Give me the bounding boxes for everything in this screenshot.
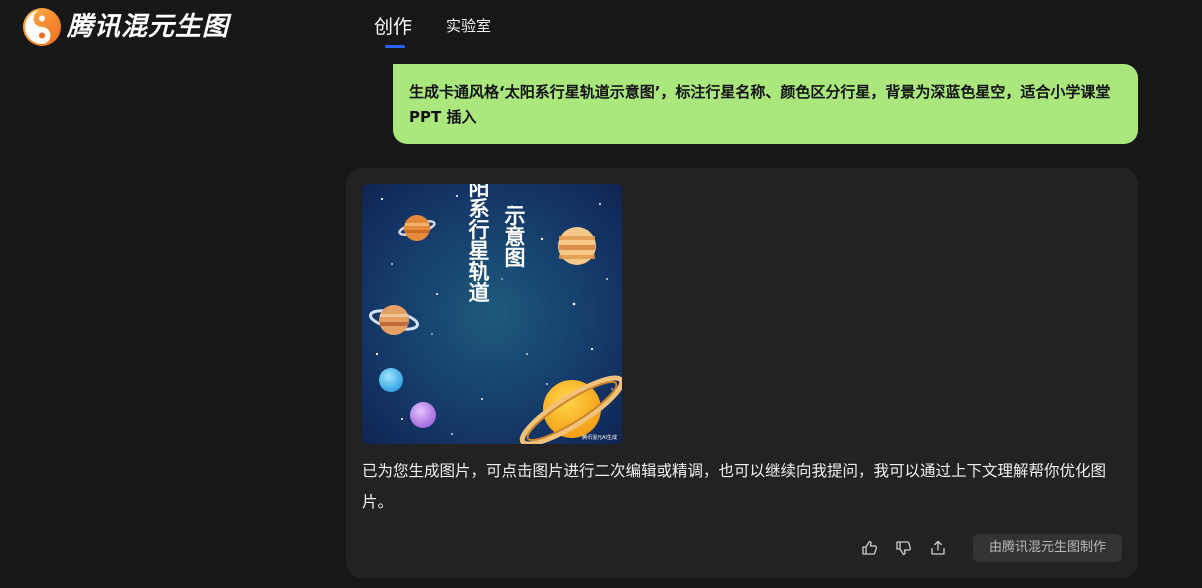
user-message-bubble: 生成卡通风格‘太阳系行星轨道示意图’，标注行星名称、颜色区分行星，背景为深蓝色星… (393, 64, 1138, 144)
active-tab-indicator (385, 45, 405, 48)
image-title-col1: 太阳系行星轨道 (466, 184, 491, 303)
generated-image[interactable]: 示意图 太阳系行星轨道 腾讯混元AI生成 (362, 184, 622, 444)
hunyuan-logo-icon (23, 8, 61, 46)
tab-create[interactable]: 创作 (374, 12, 413, 48)
thumbs-down-icon[interactable] (895, 539, 913, 557)
solar-system-illustration: 示意图 太阳系行星轨道 腾讯混元AI生成 (362, 184, 622, 444)
assistant-reply-text: 已为您生成图片，可点击图片进行二次编辑或精调，也可以继续向我提问，我可以通过上下… (362, 462, 1107, 511)
planet-purple (410, 402, 436, 428)
reply-actions: 由腾讯混元生图制作 (861, 534, 1122, 562)
app-name: 腾讯混元生图 (67, 12, 230, 42)
tab-create-label: 创作 (374, 16, 413, 38)
image-title-col2: 示意图 (502, 205, 526, 268)
user-message-text: 生成卡通风格‘太阳系行星轨道示意图’，标注行星名称、颜色区分行星，背景为深蓝色星… (409, 83, 1111, 126)
tab-lab[interactable]: 实验室 (446, 15, 491, 36)
assistant-reply-card: 示意图 太阳系行星轨道 腾讯混元AI生成 已为您生成图片，可点击图片进行二次编辑… (346, 168, 1138, 578)
planet-blue (379, 368, 403, 392)
image-watermark: 腾讯混元AI生成 (582, 434, 617, 441)
made-by-hunyuan-button[interactable]: 由腾讯混元生图制作 (972, 534, 1122, 562)
top-nav: 创作 实验室 (374, 12, 491, 48)
planet-jupiter (558, 227, 596, 265)
share-icon[interactable] (929, 539, 947, 557)
thumbs-up-icon[interactable] (861, 539, 879, 557)
tab-lab-label: 实验室 (446, 17, 492, 35)
app-logo[interactable]: 腾讯混元生图 (22, 7, 229, 47)
